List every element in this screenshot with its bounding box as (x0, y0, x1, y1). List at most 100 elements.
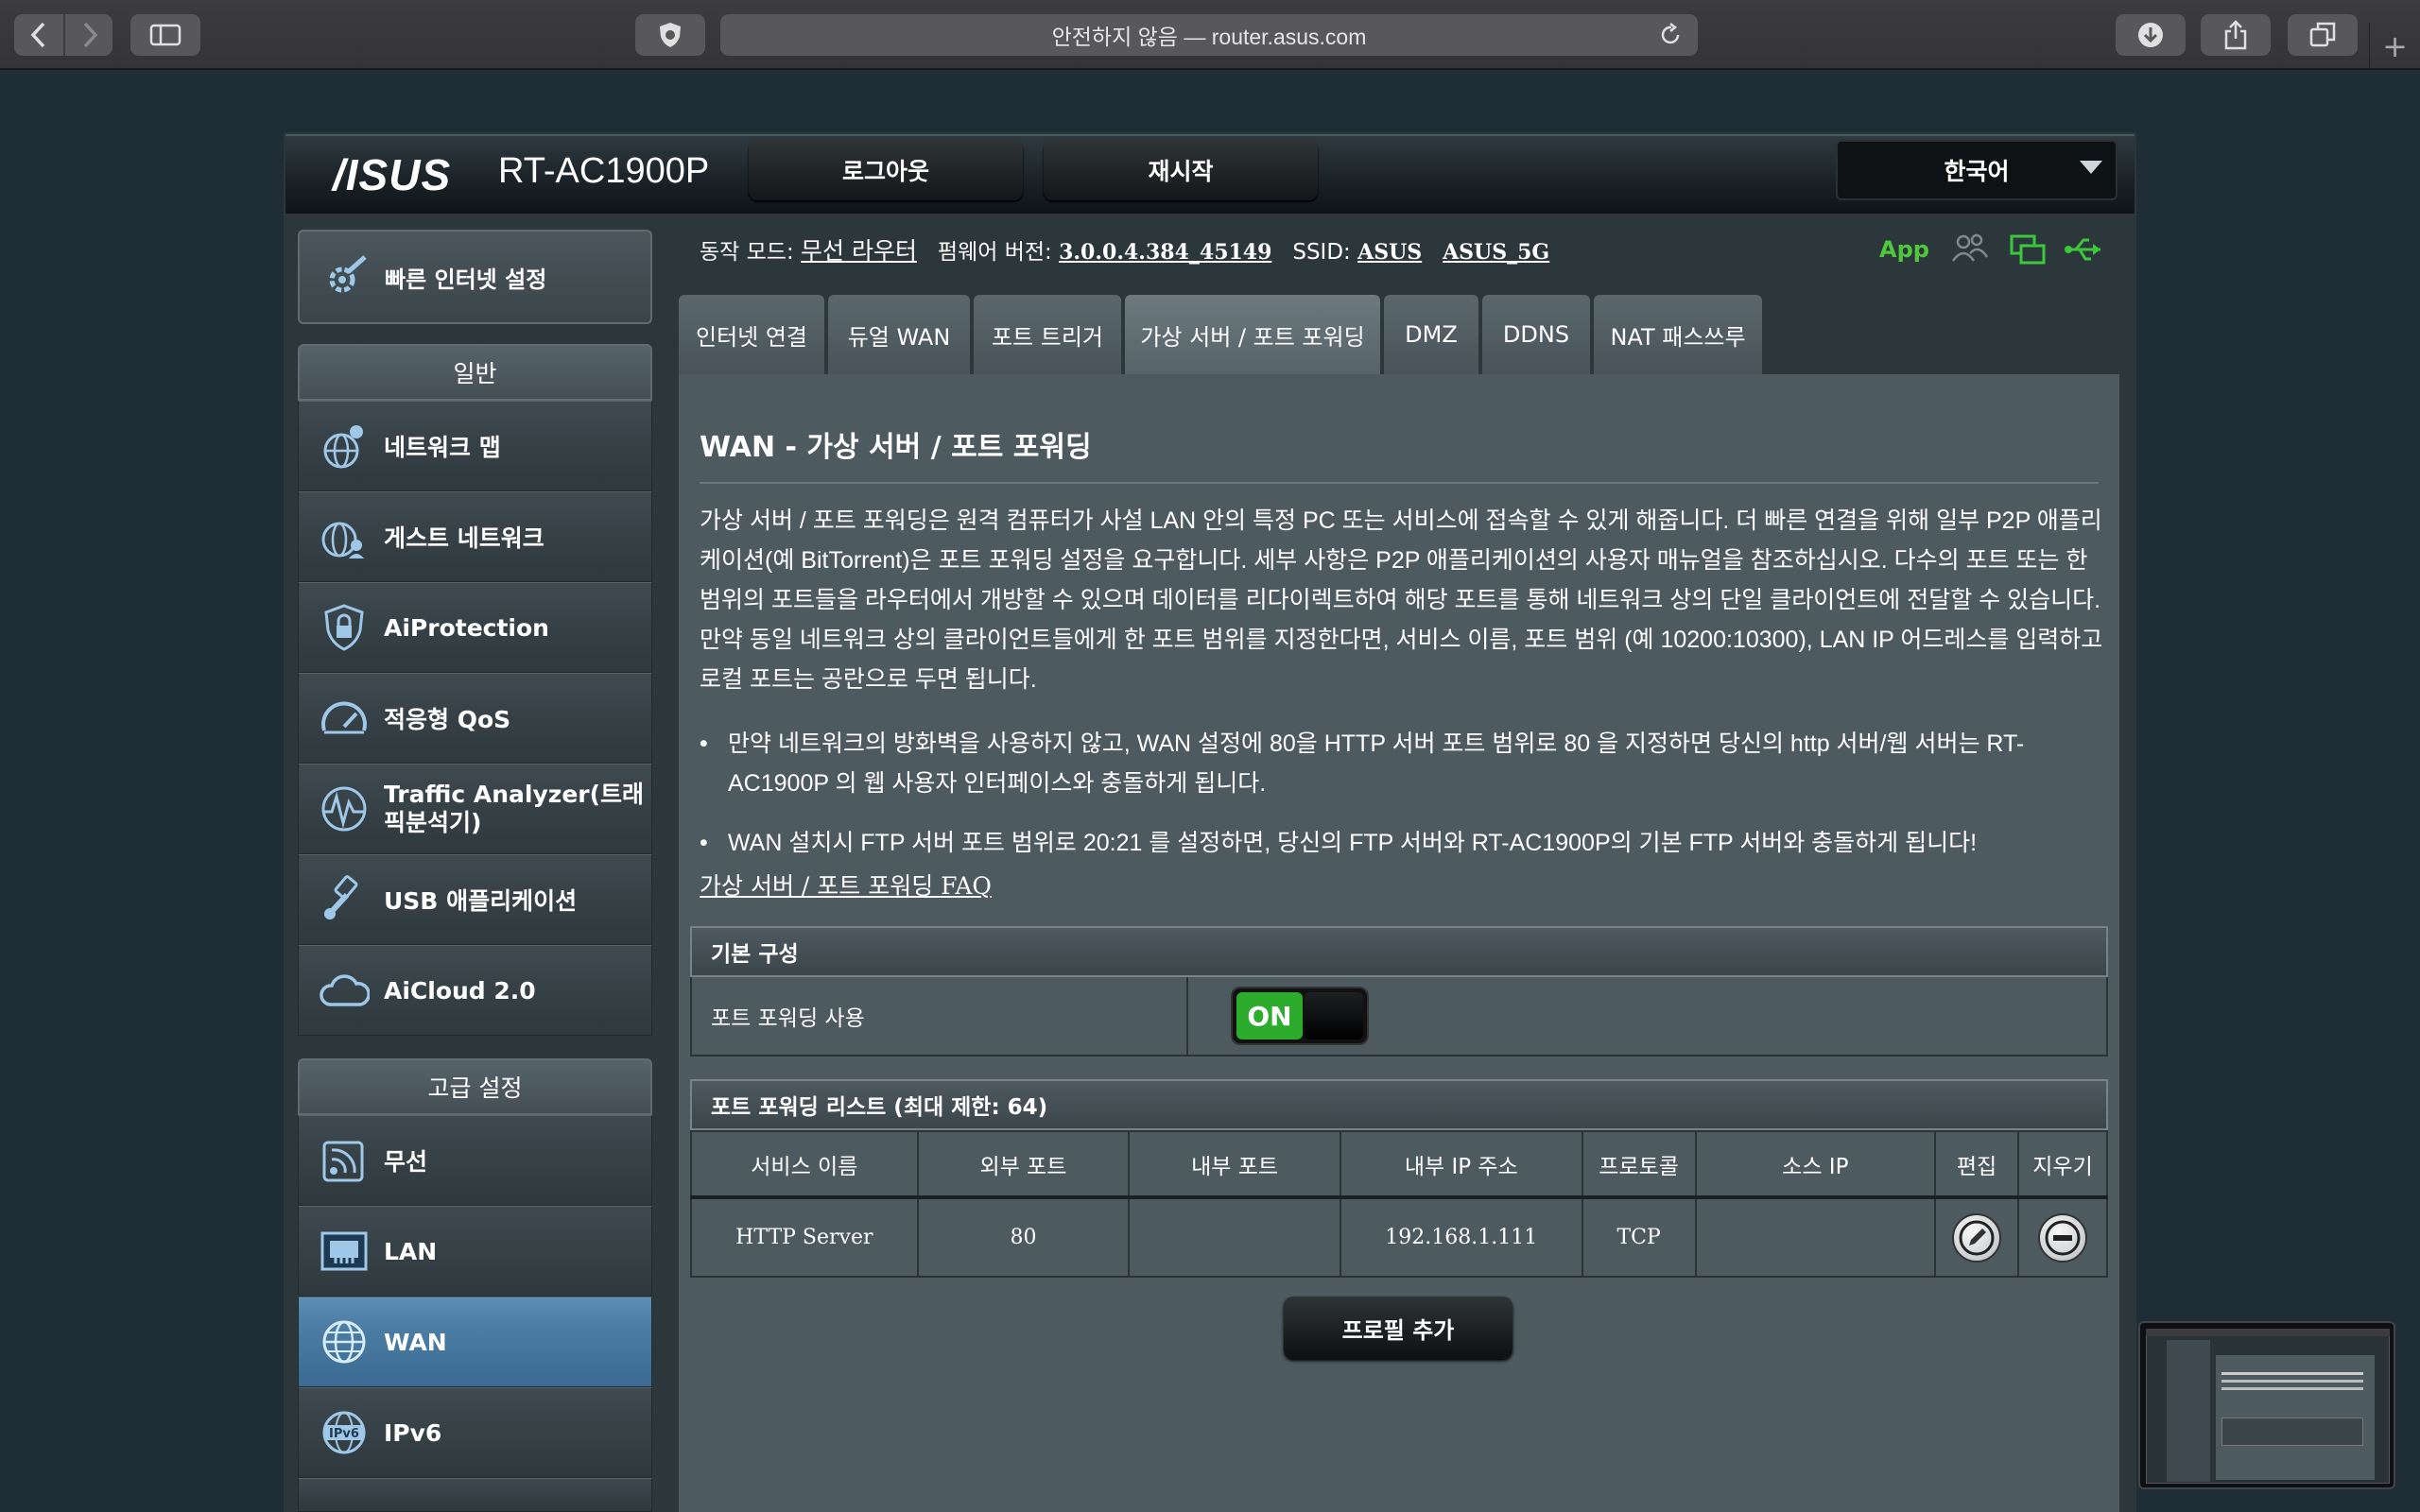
reboot-button[interactable]: 재시작 (1044, 140, 1318, 200)
chevron-left-icon (30, 22, 45, 48)
back-button[interactable] (14, 14, 63, 56)
sidebar-item-label: 적응형 QoS (384, 706, 511, 733)
guest-network-icon (316, 508, 372, 565)
download-button[interactable] (2116, 14, 2186, 56)
svg-text:IPv6: IPv6 (329, 1427, 359, 1441)
clients-icon[interactable] (1949, 231, 1991, 268)
col-delete: 지우기 (2017, 1130, 2108, 1199)
port-forwarding-list-header: 포트 포워딩 리스트 (최대 제한: 64) (690, 1079, 2108, 1130)
sidebar-item-label: 네트워크 맵 (384, 434, 501, 461)
sidebar-item-partial[interactable] (298, 1478, 652, 1512)
sidebar-item-wan[interactable]: WAN (298, 1297, 652, 1387)
sidebar-item-guest-network[interactable]: 게스트 네트워크 (298, 491, 652, 582)
sidebar-item-lan[interactable]: LAN (298, 1206, 652, 1297)
operation-mode-link[interactable]: 무선 라우터 (801, 237, 917, 265)
tab-port-trigger[interactable]: 포트 트리거 (974, 295, 1121, 374)
sidebar-item-label: LAN (384, 1237, 438, 1265)
lan-icon (316, 1223, 372, 1280)
description: 가상 서버 / 포트 포워딩은 원격 컴퓨터가 사설 LAN 안의 특정 PC … (700, 501, 2108, 699)
network-status-icon[interactable] (2008, 231, 2049, 268)
quick-internet-setup-button[interactable]: 빠른 인터넷 설정 (298, 230, 652, 324)
col-internal-port: 내부 포트 (1128, 1130, 1341, 1199)
screenshot-thumbnail[interactable] (2138, 1321, 2395, 1489)
sidebar-item-label: AiCloud 2.0 (384, 976, 536, 1005)
share-button[interactable] (2201, 14, 2271, 56)
delete-minus-icon[interactable] (2038, 1212, 2087, 1263)
ipv6-icon: IPv6 (316, 1404, 372, 1461)
tab-nat-passthrough[interactable]: NAT 패스쓰루 (1594, 295, 1762, 374)
logout-button[interactable]: 로그아웃 (749, 140, 1023, 200)
plus-icon: + (2382, 28, 2408, 64)
new-tab-button[interactable]: + (2369, 23, 2420, 70)
cell-source-ip (1694, 1196, 1937, 1278)
app-link[interactable]: App (1879, 236, 1929, 263)
sidebar-item-aiprotection[interactable]: AiProtection (298, 582, 652, 673)
col-edit: 편집 (1934, 1130, 2020, 1199)
description-paragraph-2: 만약 동일 네트워크 상의 클라이언트들에게 한 포트 범위를 지정한다면, 서… (700, 627, 2103, 693)
tab-dmz[interactable]: DMZ (1384, 295, 1478, 374)
ssid-link-24g[interactable]: ASUS (1357, 240, 1422, 265)
sidebar-item-label: WAN (384, 1328, 447, 1356)
ssid-label: SSID: (1292, 240, 1351, 265)
tab-ddns[interactable]: DDNS (1482, 295, 1590, 374)
dropdown-arrow-icon (2080, 161, 2102, 174)
sidebar-item-label: AiProtection (384, 613, 549, 642)
sidebar-item-network-map[interactable]: 네트워크 맵 (298, 401, 652, 491)
sidebar-item-aicloud[interactable]: AiCloud 2.0 (298, 945, 652, 1036)
col-protocol: 프로토콜 (1581, 1130, 1697, 1199)
tab-virtual-server[interactable]: 가상 서버 / 포트 포워딩 (1125, 295, 1380, 374)
traffic-wave-icon (316, 781, 372, 837)
cell-internal-ip: 192.168.1.111 (1339, 1196, 1583, 1278)
ublock-button[interactable] (635, 14, 705, 56)
quick-setup-label: 빠른 인터넷 설정 (385, 266, 547, 293)
enable-label: 포트 포워딩 사용 (692, 977, 1188, 1055)
basic-config-header: 기본 구성 (690, 926, 2108, 977)
sidebar-toggle-button[interactable] (130, 14, 200, 56)
ssid-link-5g[interactable]: ASUS_5G (1443, 240, 1549, 265)
advanced-section-header: 고급 설정 (298, 1058, 652, 1115)
faq-link[interactable]: 가상 서버 / 포트 포워딩 FAQ (700, 868, 992, 902)
note-bullet-2: WAN 설치시 FTP 서버 포트 범위로 20:21 를 설정하면, 당신의 … (700, 823, 2061, 863)
port-forwarding-toggle[interactable]: ON (1231, 987, 1369, 1045)
tab-internet-connection[interactable]: 인터넷 연결 (679, 295, 824, 374)
cell-edit (1934, 1196, 2020, 1278)
add-profile-button[interactable]: 프로필 추가 (1284, 1297, 1512, 1359)
sidebar-item-traffic-analyzer[interactable]: Traffic Analyzer(트래픽분석기) (298, 764, 652, 854)
firmware-version-link[interactable]: 3.0.0.4.384_45149 (1059, 240, 1271, 265)
note-bullet-1: 만약 네트워크의 방화벽을 사용하지 않고, WAN 설정에 80을 HTTP … (700, 724, 2061, 803)
ublock-shield-icon (660, 23, 681, 47)
download-icon (2138, 23, 2163, 47)
forward-button[interactable] (65, 14, 114, 56)
tab-dual-wan[interactable]: 듀얼 WAN (828, 295, 970, 374)
wireless-icon (316, 1132, 372, 1189)
cell-service-name: HTTP Server (690, 1196, 919, 1278)
status-line: 동작 모드: 무선 라우터 펌웨어 버전: 3.0.0.4.384_45149 … (700, 232, 1549, 266)
sidebar-item-label: USB 애플리케이션 (384, 887, 578, 915)
sidebar-item-label: 무선 (384, 1148, 428, 1176)
description-paragraph-1: 가상 서버 / 포트 포워딩은 원격 컴퓨터가 사설 LAN 안의 특정 PC … (700, 507, 2102, 613)
shield-lock-icon (316, 599, 372, 656)
edit-pencil-icon[interactable] (1952, 1212, 2002, 1263)
language-select[interactable]: 한국어 (1836, 140, 2118, 200)
address-bar[interactable]: 안전하지 않음 — router.asus.com (720, 14, 1698, 56)
share-icon (2224, 20, 2247, 50)
browser-toolbar: 안전하지 않음 — router.asus.com (0, 0, 2420, 70)
sidebar-item-usb-application[interactable]: USB 애플리케이션 (298, 854, 652, 945)
toggle-knob (1305, 992, 1363, 1040)
reload-icon[interactable] (1658, 22, 1683, 54)
col-internal-ip: 내부 IP 주소 (1339, 1130, 1583, 1199)
language-value: 한국어 (1944, 158, 2010, 185)
asus-logo: /ISUS (333, 150, 452, 199)
page-title: WAN - 가상 서버 / 포트 포워딩 (700, 431, 1092, 464)
usb-status-icon[interactable] (2063, 231, 2104, 268)
sidebar-item-wireless[interactable]: 무선 (298, 1115, 652, 1206)
sidebar-item-adaptive-qos[interactable]: 적응형 QoS (298, 673, 652, 764)
firmware-label: 펌웨어 버전: (937, 240, 1052, 265)
globe-icon (316, 1314, 372, 1370)
tabs-button[interactable] (2288, 14, 2358, 56)
sidebar-item-ipv6[interactable]: IPv6 IPv6 (298, 1387, 652, 1478)
nav-buttons (14, 14, 112, 56)
table-header-row: 서비스 이름 외부 포트 내부 포트 내부 IP 주소 프로토콜 소스 IP 편… (690, 1130, 2108, 1199)
network-map-icon (316, 418, 372, 474)
speedometer-icon (316, 690, 372, 747)
